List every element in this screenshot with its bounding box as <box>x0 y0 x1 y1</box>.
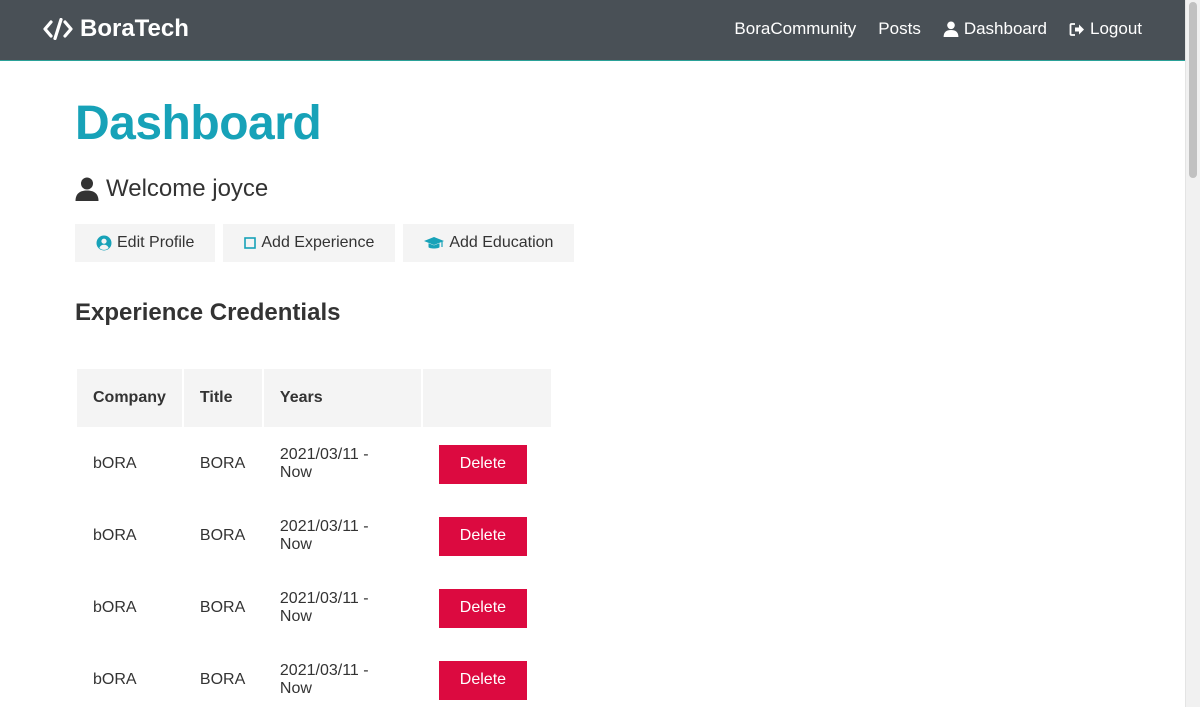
navbar: BoraTech BoraCommunity Posts Dashboard L… <box>0 0 1185 61</box>
cell-years: 2021/03/11 - Now <box>279 518 369 553</box>
graduation-cap-icon <box>424 236 445 248</box>
cell-title: BORA <box>199 455 246 472</box>
cell-title: BORA <box>199 527 246 544</box>
code-icon <box>43 18 73 40</box>
logout-icon <box>1069 22 1084 36</box>
table-row: bORA BORA 2021/03/11 - Now Delete <box>77 573 551 643</box>
nav-link-label: BoraCommunity <box>734 19 857 38</box>
add-education-label: Add Education <box>449 234 554 251</box>
nav-link-dashboard[interactable]: Dashboard <box>943 19 1047 39</box>
scrollbar[interactable] <box>1185 0 1200 707</box>
add-education-button[interactable]: Add Education <box>403 224 575 262</box>
nav-link-label: Dashboard <box>963 19 1047 38</box>
user-circle-icon <box>96 235 112 251</box>
experience-section-title: Experience Credentials <box>75 299 341 326</box>
cell-company: bORA <box>93 599 137 616</box>
page-title: Dashboard <box>75 97 322 150</box>
brand-link[interactable]: BoraTech <box>43 15 189 43</box>
cell-actions: Delete <box>423 573 551 643</box>
cell-actions: Delete <box>423 645 551 707</box>
nav-link-label: Posts <box>878 19 921 38</box>
add-experience-button[interactable]: Add Experience <box>223 224 396 262</box>
nav-link-posts[interactable]: Posts <box>878 19 921 39</box>
nav-link-label: Logout <box>1090 19 1142 38</box>
cell-company: bORA <box>93 527 137 544</box>
experience-table: Company Title Years bORA BORA 2021/03/11… <box>75 367 553 707</box>
table-row: bORA BORA 2021/03/11 - Now Delete <box>77 429 551 499</box>
cell-years: 2021/03/11 - Now <box>279 590 369 625</box>
cell-company: bORA <box>93 455 137 472</box>
column-header-years: Years <box>263 369 421 427</box>
nav-links: BoraCommunity Posts Dashboard Logout <box>712 0 1142 58</box>
column-header-company: Company <box>77 369 182 427</box>
cell-years: 2021/03/11 - Now <box>279 446 369 481</box>
cell-actions: Delete <box>423 429 551 499</box>
cell-title: BORA <box>199 671 246 688</box>
table-row: bORA BORA 2021/03/11 - Now Delete <box>77 501 551 571</box>
column-header-actions <box>422 369 551 427</box>
column-header-title: Title <box>183 369 262 427</box>
dashboard-actions: Edit Profile Add Experience Add Educatio… <box>75 224 1125 262</box>
user-icon <box>943 21 959 37</box>
table-header-row: Company Title Years <box>77 369 551 427</box>
main-content: Dashboard Welcome joyce Edit Profile Add… <box>75 96 1125 707</box>
brand-name: BoraTech <box>80 15 189 42</box>
delete-button[interactable]: Delete <box>438 588 527 628</box>
cell-years: 2021/03/11 - Now <box>279 662 369 697</box>
welcome-text: Welcome joyce <box>106 175 269 202</box>
scrollbar-thumb[interactable] <box>1189 2 1197 178</box>
user-icon <box>75 177 99 201</box>
nav-link-boracommunity[interactable]: BoraCommunity <box>734 19 856 39</box>
edit-profile-button[interactable]: Edit Profile <box>75 224 216 262</box>
delete-button[interactable]: Delete <box>438 660 527 700</box>
cell-company: bORA <box>93 671 137 688</box>
delete-button[interactable]: Delete <box>438 444 527 484</box>
nav-link-logout[interactable]: Logout <box>1069 19 1142 39</box>
cell-actions: Delete <box>423 501 551 571</box>
welcome-message: Welcome joyce <box>75 174 1125 204</box>
edit-profile-label: Edit Profile <box>117 234 195 251</box>
delete-button[interactable]: Delete <box>438 516 527 556</box>
cell-title: BORA <box>199 599 246 616</box>
add-experience-label: Add Experience <box>261 234 375 251</box>
square-icon <box>244 237 257 249</box>
table-row: bORA BORA 2021/03/11 - Now Delete <box>77 645 551 707</box>
